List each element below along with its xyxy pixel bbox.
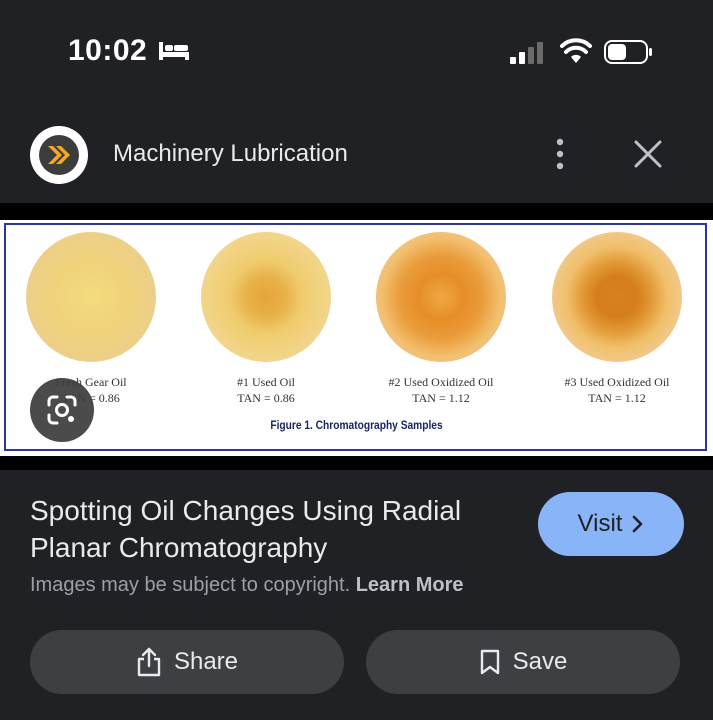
share-label: Share (173, 648, 239, 675)
sample-tan: TAN = 1.12 (412, 391, 470, 405)
bookmark-icon (480, 649, 499, 675)
sample-label-used-oxidized-oil-3: #3 Used Oxidized Oil TAN = 1.12 (542, 374, 692, 406)
status-time: 10:02 (68, 34, 148, 67)
copyright-notice: Images may be subject to copyright. Lear… (30, 574, 464, 597)
google-lens-icon (47, 395, 77, 425)
share-icon (137, 647, 161, 677)
sample-disc-used-oxidized-oil-3 (552, 232, 682, 362)
chromatography-figure[interactable]: Fresh Gear Oil TAN = 0.86 #1 Used Oil TA… (0, 220, 713, 456)
save-button[interactable]: Save (366, 630, 680, 694)
sample-disc-fresh-gear-oil (26, 232, 156, 362)
sample-name: #2 Used Oxidized Oil (388, 375, 494, 389)
learn-more-link[interactable]: Learn More (356, 574, 464, 596)
sample-disc-used-oil-1 (201, 232, 331, 362)
visit-label: Visit (577, 510, 623, 537)
sample-disc-used-oxidized-oil-2 (376, 232, 506, 362)
source-header: Machinery Lubrication (0, 120, 713, 190)
google-lens-button[interactable] (30, 378, 94, 442)
chevron-right-icon (633, 515, 643, 533)
more-vertical-icon[interactable] (548, 136, 572, 172)
close-icon[interactable] (630, 136, 666, 172)
sample-tan: TAN = 0.86 (237, 391, 295, 405)
copyright-text: Images may be subject to copyright. (30, 574, 351, 596)
sample-label-used-oxidized-oil-2: #2 Used Oxidized Oil TAN = 1.12 (366, 374, 516, 406)
source-logo[interactable] (30, 126, 88, 184)
double-chevron-logo-icon (39, 135, 79, 175)
visit-button[interactable]: Visit (538, 492, 684, 556)
sample-name: #3 Used Oxidized Oil (564, 375, 670, 389)
status-bar: 10:02 (0, 0, 713, 100)
figure-caption: Figure 1. Chromatography Samples (270, 418, 443, 432)
result-title[interactable]: Spotting Oil Changes Using Radial Planar… (30, 492, 510, 566)
result-image-area[interactable]: Fresh Gear Oil TAN = 0.86 #1 Used Oil TA… (0, 203, 713, 470)
wifi-icon (560, 38, 592, 63)
save-label: Save (512, 648, 568, 675)
source-name[interactable]: Machinery Lubrication (113, 140, 348, 168)
share-button[interactable]: Share (30, 630, 344, 694)
sample-name: #1 Used Oil (237, 375, 295, 389)
sample-label-used-oil-1: #1 Used Oil TAN = 0.86 (191, 374, 341, 406)
sample-tan: TAN = 1.12 (588, 391, 646, 405)
cellular-signal-icon (510, 42, 543, 64)
battery-icon (604, 40, 652, 64)
bed-icon (159, 42, 189, 60)
